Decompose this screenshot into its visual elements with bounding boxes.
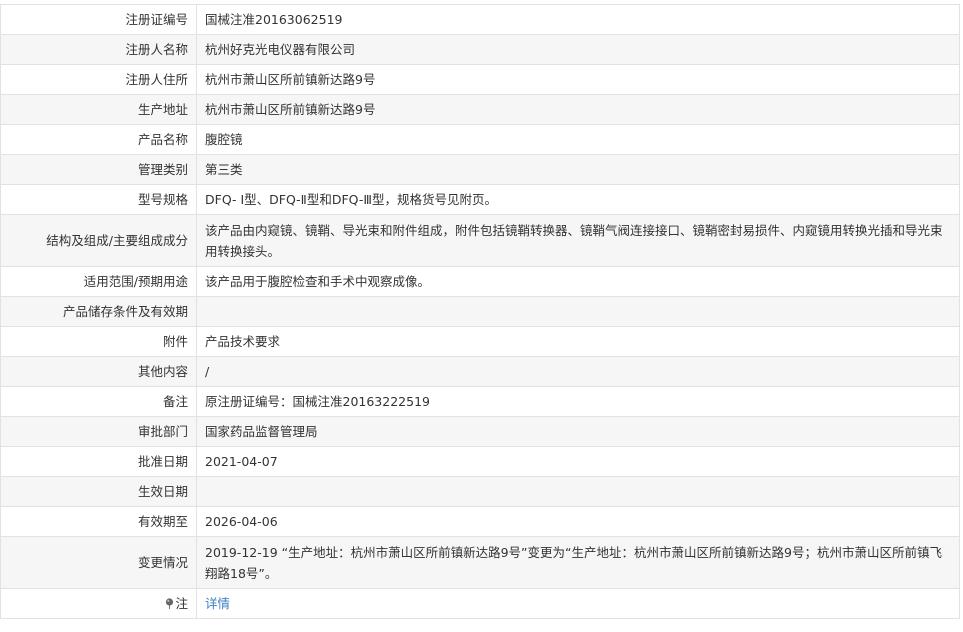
row-value: 腹腔镜 [196,124,960,155]
table-row: 审批部门 国家药品监督管理局 [0,416,960,447]
table-row: 注册证编号 国械注准20163062519 [0,4,960,35]
row-value: 2021-04-07 [196,446,960,477]
row-value: 2019-12-19 “生产地址：杭州市萧山区所前镇新达路9号”变更为“生产地址… [196,536,960,589]
table-row: 管理类别 第三类 [0,154,960,185]
row-value: 国械注准20163062519 [196,4,960,35]
row-label: 变更情况 [0,536,197,589]
table-row: 变更情况 2019-12-19 “生产地址：杭州市萧山区所前镇新达路9号”变更为… [0,536,960,589]
row-label: 审批部门 [0,416,197,447]
row-label: 生效日期 [0,476,197,507]
note-label: 注 [175,596,188,611]
details-link[interactable]: 详情 [205,596,230,611]
row-label: 注册证编号 [0,4,197,35]
row-value: 杭州好克光电仪器有限公司 [196,34,960,65]
row-value: 第三类 [196,154,960,185]
table-row: 其他内容 / [0,356,960,387]
row-value: / [196,356,960,387]
row-value: DFQ- Ⅰ型、DFQ-Ⅱ型和DFQ-Ⅲ型，规格货号见附页。 [196,184,960,215]
row-label: 适用范围/预期用途 [0,266,197,297]
pin-icon [165,594,174,609]
row-label: 其他内容 [0,356,197,387]
table-row: 生效日期 [0,476,960,507]
table-row: 附件 产品技术要求 [0,326,960,357]
note-label-cell: 注 [0,588,197,619]
table-row: 产品储存条件及有效期 [0,296,960,327]
row-value: 国家药品监督管理局 [196,416,960,447]
row-value: 杭州市萧山区所前镇新达路9号 [196,64,960,95]
row-label: 备注 [0,386,197,417]
row-label: 产品储存条件及有效期 [0,296,197,327]
table-row: 结构及组成/主要组成成分 该产品由内窥镜、镜鞘、导光束和附件组成，附件包括镜鞘转… [0,214,960,267]
table-row-note: 注 详情 [0,588,960,619]
row-value: 产品技术要求 [196,326,960,357]
row-label: 管理类别 [0,154,197,185]
table-row: 产品名称 腹腔镜 [0,124,960,155]
registration-detail-table: 注册证编号 国械注准20163062519 注册人名称 杭州好克光电仪器有限公司… [0,4,960,619]
table-row: 有效期至 2026-04-06 [0,506,960,537]
row-value: 2026-04-06 [196,506,960,537]
row-label: 注册人住所 [0,64,197,95]
row-label: 注册人名称 [0,34,197,65]
row-label: 批准日期 [0,446,197,477]
table-row: 注册人名称 杭州好克光电仪器有限公司 [0,34,960,65]
table-row: 注册人住所 杭州市萧山区所前镇新达路9号 [0,64,960,95]
row-label: 附件 [0,326,197,357]
table-row: 型号规格 DFQ- Ⅰ型、DFQ-Ⅱ型和DFQ-Ⅲ型，规格货号见附页。 [0,184,960,215]
row-value: 该产品由内窥镜、镜鞘、导光束和附件组成，附件包括镜鞘转换器、镜鞘气阀连接接口、镜… [196,214,960,267]
row-value: 杭州市萧山区所前镇新达路9号 [196,94,960,125]
row-value [196,296,960,327]
row-label: 结构及组成/主要组成成分 [0,214,197,267]
row-value [196,476,960,507]
row-label: 型号规格 [0,184,197,215]
row-value: 原注册证编号：国械注准20163222519 [196,386,960,417]
table-row: 适用范围/预期用途 该产品用于腹腔检查和手术中观察成像。 [0,266,960,297]
row-value: 该产品用于腹腔检查和手术中观察成像。 [196,266,960,297]
row-label: 有效期至 [0,506,197,537]
note-value-cell: 详情 [196,588,960,619]
table-row: 备注 原注册证编号：国械注准20163222519 [0,386,960,417]
table-row: 生产地址 杭州市萧山区所前镇新达路9号 [0,94,960,125]
row-label: 生产地址 [0,94,197,125]
row-label: 产品名称 [0,124,197,155]
table-row: 批准日期 2021-04-07 [0,446,960,477]
